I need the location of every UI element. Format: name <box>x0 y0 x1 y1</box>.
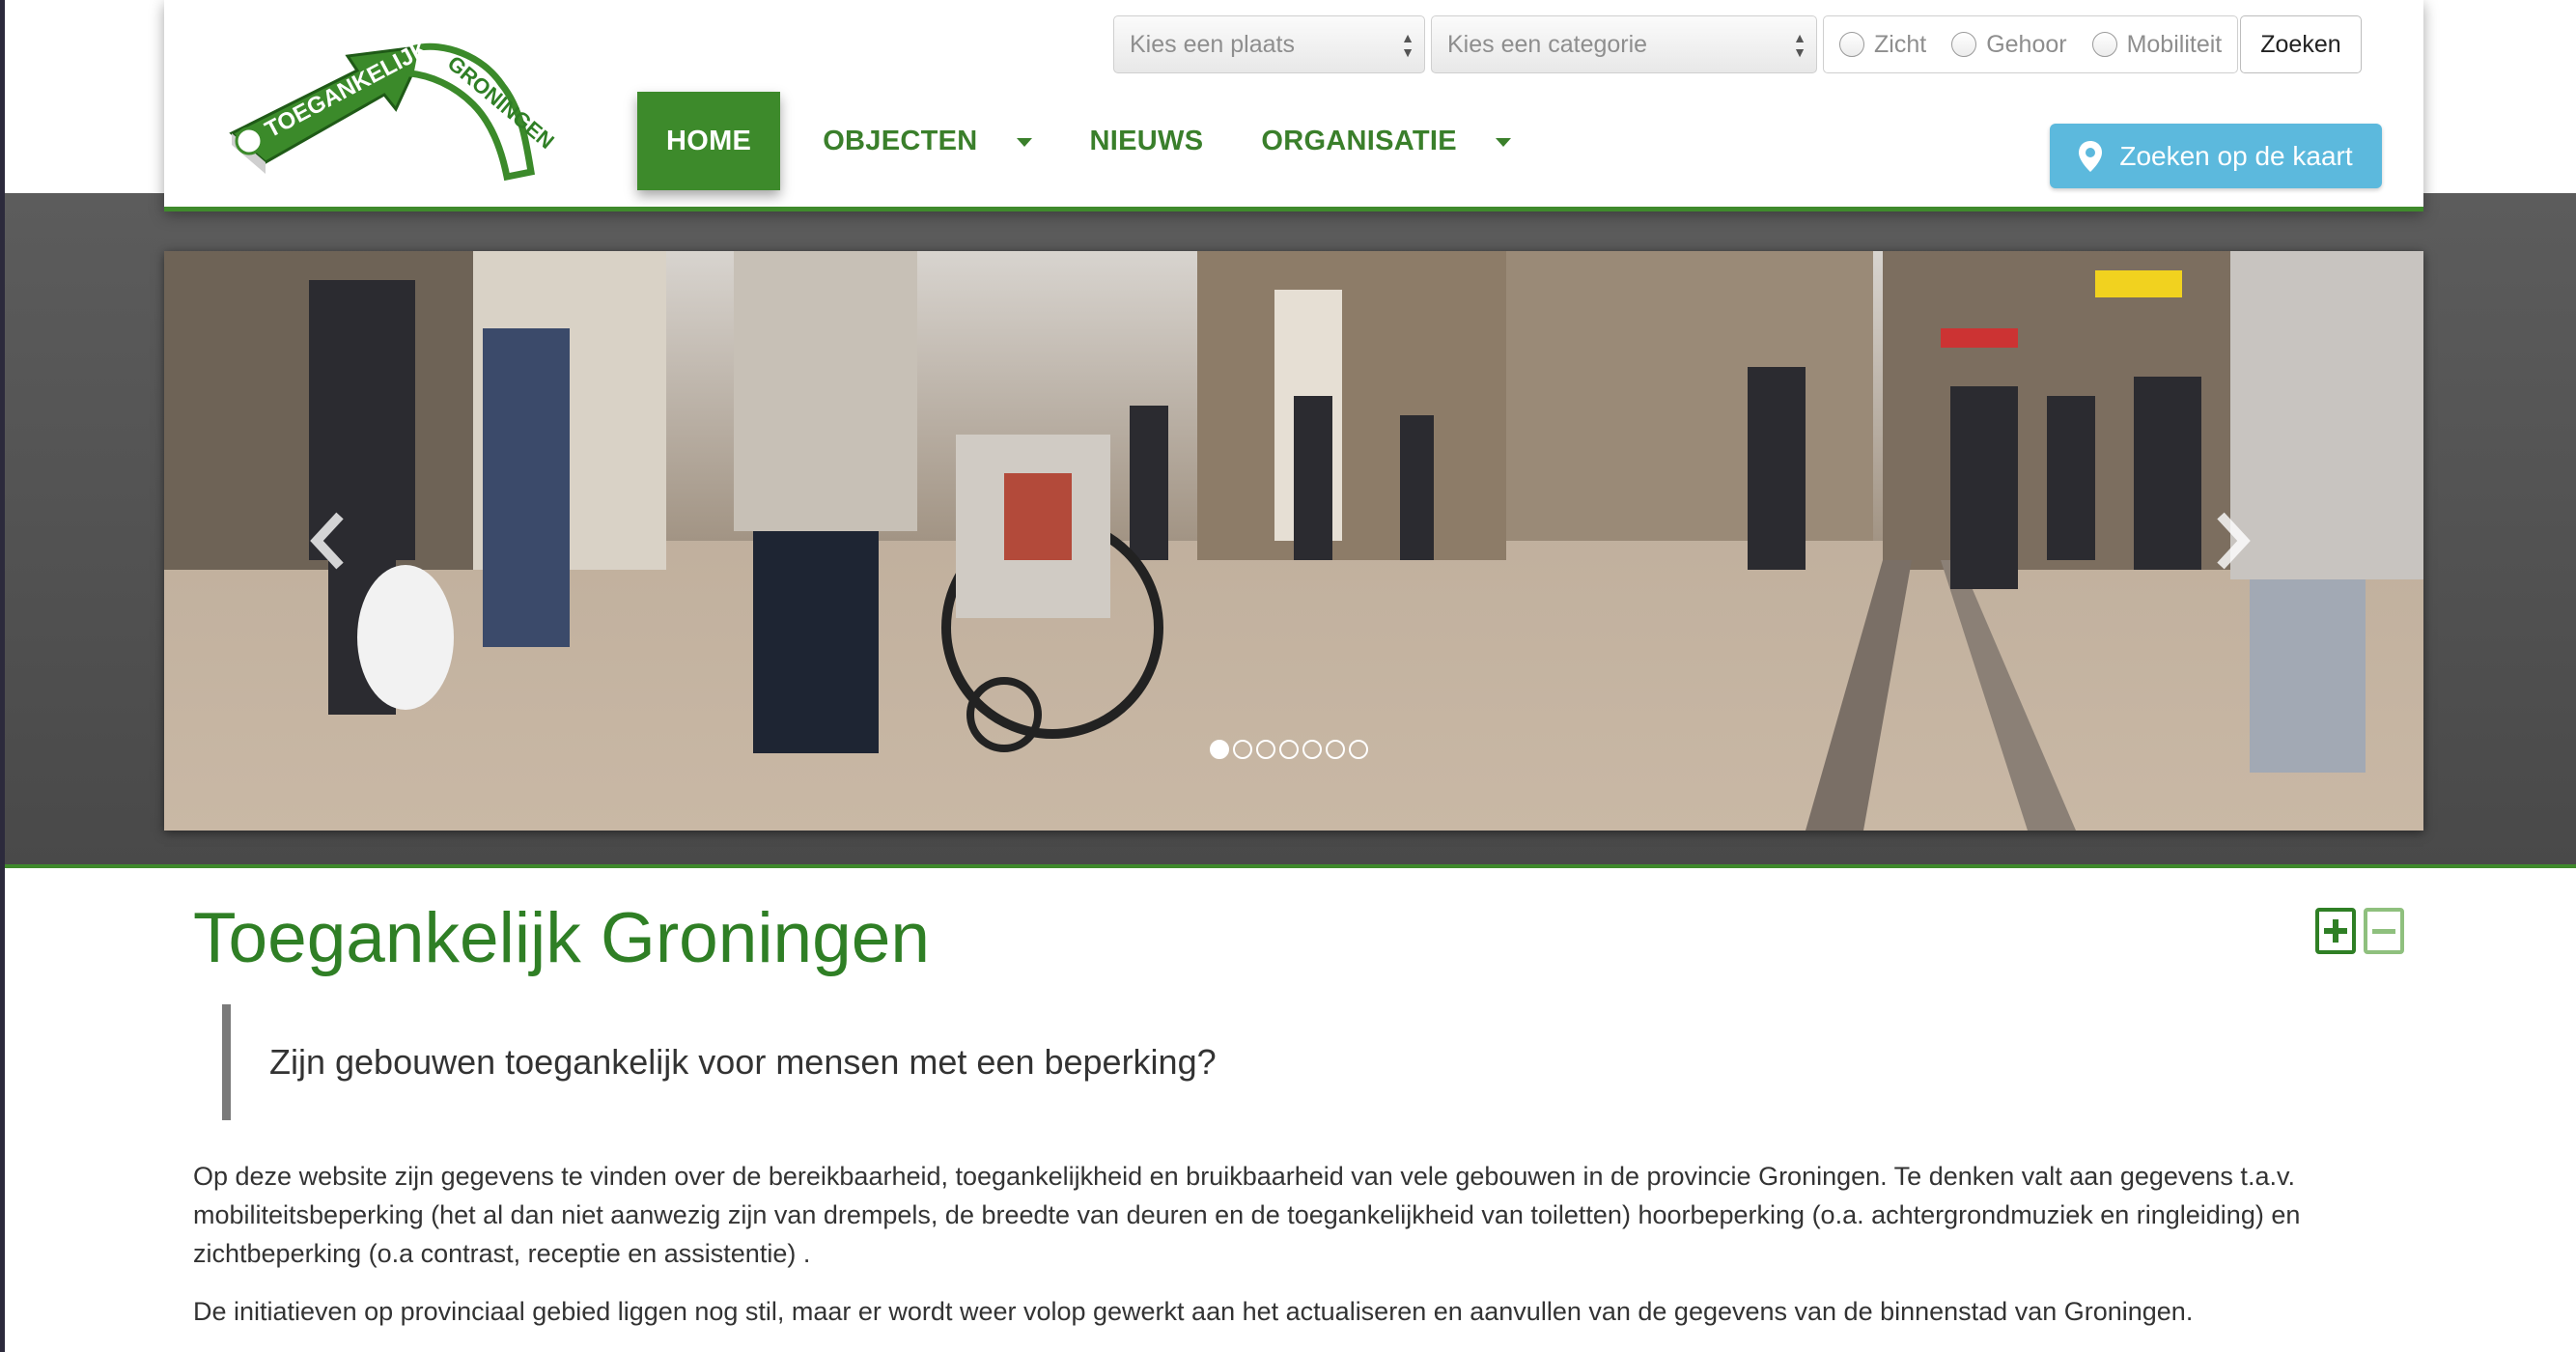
paragraph-line: Op deze website zijn gegevens te vinden … <box>193 1162 2295 1191</box>
filter-zicht[interactable]: Zicht <box>1839 31 1926 59</box>
hero-carousel <box>164 251 2423 831</box>
nav-label: ORGANISATIE <box>1261 125 1457 156</box>
place-select[interactable]: Kies een plaats ▲ ▼ <box>1113 15 1425 73</box>
paragraph-line: mobiliteitsbeperking (het al dan niet aa… <box>193 1200 2301 1229</box>
caret-down-icon <box>1016 137 1032 147</box>
page-title: Toegankelijk Groningen <box>193 899 930 977</box>
radio-button[interactable] <box>2091 32 2117 57</box>
minus-icon <box>2372 929 2395 934</box>
filter-label: Mobiliteit <box>2126 30 2223 58</box>
category-select[interactable]: Kies een categorie ▲ ▼ <box>1431 15 1817 73</box>
lead-quote: Zijn gebouwen toegankelijk voor mensen m… <box>222 1004 1217 1120</box>
chevron-right-icon <box>2217 512 2251 570</box>
chevron-left-icon <box>310 512 344 570</box>
nav-label: HOME <box>666 125 752 156</box>
filter-mobiliteit[interactable]: Mobiliteit <box>2091 30 2223 59</box>
carousel-next[interactable] <box>2203 502 2261 579</box>
nav-nieuws[interactable]: NIEUWS <box>1061 92 1233 190</box>
nav-organisatie[interactable]: ORGANISATIE <box>1232 92 1540 190</box>
search-button[interactable]: Zoeken <box>2240 15 2362 73</box>
nav-home[interactable]: HOME <box>637 92 781 190</box>
filter-label: Zicht <box>1874 30 1927 58</box>
site-header: TOEGANKELIJK GRONINGEN Kies een plaats ▲… <box>164 0 2423 211</box>
map-button-label: Zoeken op de kaart <box>2119 140 2353 171</box>
carousel-dot[interactable] <box>1349 740 1368 759</box>
category-select-placeholder: Kies een categorie <box>1447 30 1648 58</box>
filter-label: Gehoor <box>1986 30 2067 58</box>
nav-objecten[interactable]: OBJECTEN <box>794 92 1060 190</box>
select-arrows-icon: ▲ ▼ <box>1793 30 1806 60</box>
text-size-controls <box>2315 908 2412 954</box>
nav-label: OBJECTEN <box>823 125 978 156</box>
window-edge <box>0 0 5 1352</box>
carousel-dot[interactable] <box>1279 740 1299 759</box>
svg-text:TOEGANKELIJK: TOEGANKELIJK <box>261 35 434 143</box>
carousel-dot[interactable] <box>1302 740 1322 759</box>
carousel-dot[interactable] <box>1326 740 1345 759</box>
paragraph-line: zichtbeperking (o.a contrast, receptie e… <box>193 1239 811 1268</box>
zoom-in-button[interactable] <box>2315 908 2356 954</box>
radio-button[interactable] <box>1951 32 1977 57</box>
search-form: Kies een plaats ▲ ▼ Kies een categorie ▲ ▼… <box>1113 14 2362 74</box>
status-paragraph: De initiatieven op provinciaal gebied li… <box>193 1292 2404 1331</box>
site-logo[interactable]: TOEGANKELIJK GRONINGEN <box>193 17 560 196</box>
carousel-indicators <box>1210 740 1372 759</box>
logo-graphic: TOEGANKELIJK GRONINGEN <box>229 35 559 182</box>
main-nav: HOME OBJECTEN NIEUWS ORGANISATIE <box>637 92 1540 190</box>
caret-down-icon <box>1495 137 1511 147</box>
map-marker-icon <box>2079 140 2103 172</box>
filter-gehoor[interactable]: Gehoor <box>1951 30 2067 59</box>
carousel-dot[interactable] <box>1256 740 1275 759</box>
place-select-placeholder: Kies een plaats <box>1130 30 1295 58</box>
radio-button[interactable] <box>1839 32 1864 57</box>
nav-label: NIEUWS <box>1089 125 1204 156</box>
zoom-out-button[interactable] <box>2364 908 2404 954</box>
lead-text: Zijn gebouwen toegankelijk voor mensen m… <box>269 1042 1217 1082</box>
carousel-dot[interactable] <box>1233 740 1252 759</box>
select-arrows-icon: ▲ ▼ <box>1401 30 1414 60</box>
intro-paragraph: Op deze website zijn gegevens te vinden … <box>193 1157 2404 1273</box>
carousel-dot[interactable] <box>1210 740 1229 759</box>
map-search-button[interactable]: Zoeken op de kaart <box>2050 124 2382 188</box>
paragraph-line: De initiatieven op provinciaal gebied li… <box>193 1297 2194 1326</box>
filter-radios: Zicht Gehoor Mobiliteit <box>1823 15 2239 73</box>
carousel-prev[interactable] <box>299 502 357 579</box>
plus-icon <box>2324 919 2347 943</box>
